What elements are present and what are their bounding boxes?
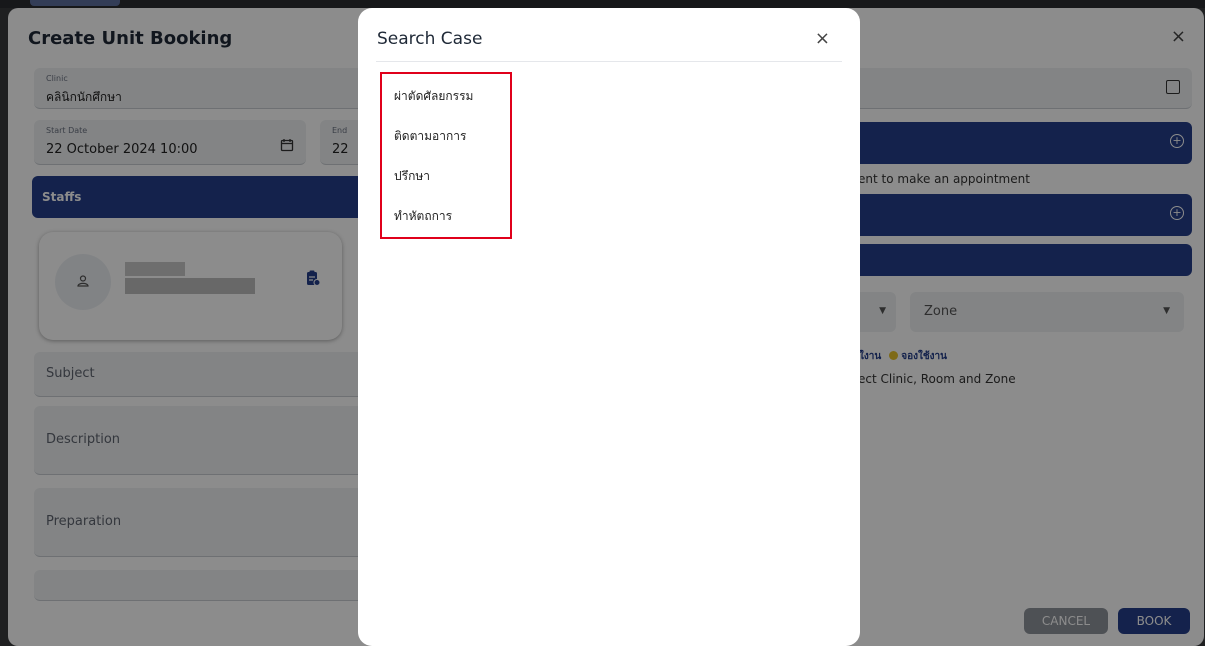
dialog-title: Search Case (377, 29, 483, 49)
search-case-dialog: Search Case × ผ่าตัดศัลยกรรม ติดตามอาการ… (358, 8, 860, 646)
divider (376, 61, 842, 62)
case-item-procedure[interactable]: ทำหัตถการ (394, 207, 452, 226)
case-item-consult[interactable]: ปรึกษา (394, 167, 430, 186)
case-item-surgery[interactable]: ผ่าตัดศัลยกรรม (394, 87, 473, 106)
close-icon[interactable]: × (815, 28, 830, 49)
case-list: ผ่าตัดศัลยกรรม ติดตามอาการ ปรึกษา ทำหัตถ… (380, 72, 512, 239)
case-item-follow-up[interactable]: ติดตามอาการ (394, 127, 466, 146)
